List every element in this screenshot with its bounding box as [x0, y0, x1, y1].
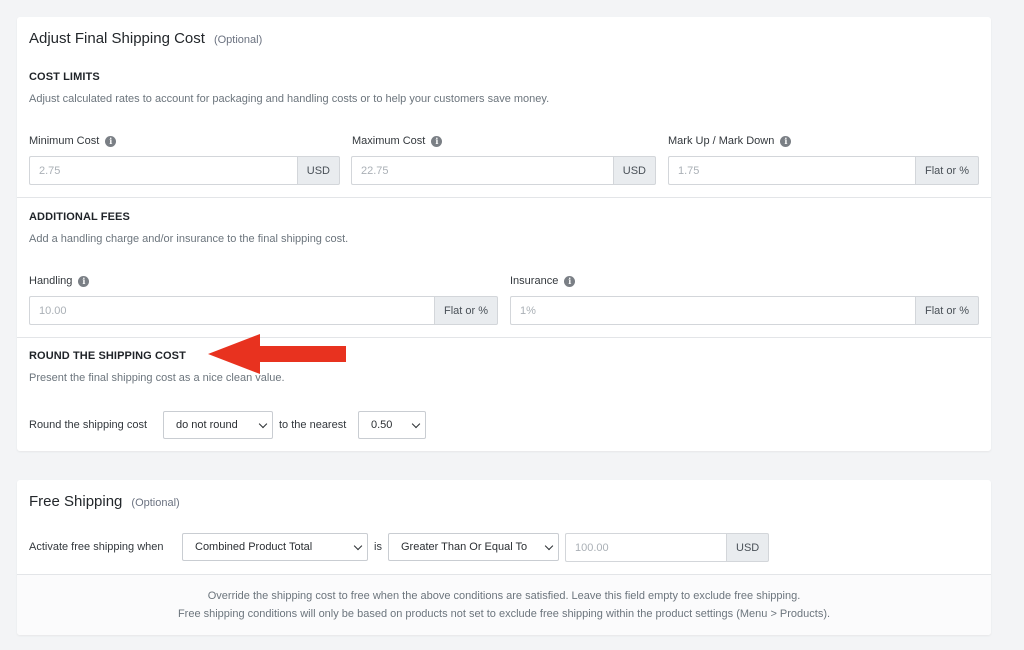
chevron-down-icon [353, 541, 363, 550]
card-title: Free Shipping [29, 493, 123, 510]
adjust-shipping-card: Adjust Final Shipping Cost (Optional) CO… [17, 17, 991, 451]
additional-fees-title: ADDITIONAL FEES [29, 211, 130, 223]
red-arrow-icon [208, 334, 346, 374]
chevron-down-icon [258, 419, 268, 428]
arrow-shape [208, 334, 346, 374]
card-title: Adjust Final Shipping Cost [29, 30, 205, 47]
currency-addon: USD [296, 156, 340, 185]
insurance-input[interactable] [510, 296, 915, 325]
maximum-cost-label: Maximum Cost i [352, 135, 443, 147]
currency-addon: USD [612, 156, 656, 185]
info-icon[interactable]: i [431, 135, 443, 147]
round-mode-select[interactable]: do not round [163, 411, 273, 439]
optional-tag: (Optional) [213, 34, 263, 46]
flat-or-percent-addon: Flat or % [433, 296, 498, 325]
handling-label: Handling i [29, 275, 90, 287]
free-shipping-footer: Override the shipping cost to free when … [17, 574, 991, 635]
insurance-label: Insurance i [510, 275, 576, 287]
round-shipping-title: ROUND THE SHIPPING COST [29, 350, 186, 362]
card-header: Adjust Final Shipping Cost (Optional) [29, 30, 262, 47]
section-divider [17, 337, 991, 338]
minimum-cost-label: Minimum Cost i [29, 135, 117, 147]
flat-or-percent-addon: Flat or % [914, 296, 979, 325]
round-shipping-label: Round the shipping cost [29, 419, 148, 431]
info-icon[interactable]: i [564, 275, 576, 287]
free-shipping-card: Free Shipping (Optional) Activate free s… [17, 480, 991, 635]
nearest-value: 0.50 [371, 419, 393, 431]
operator-select[interactable]: Greater Than Or Equal To [388, 533, 559, 561]
markup-label: Mark Up / Mark Down i [668, 135, 792, 147]
maximum-cost-input[interactable] [351, 156, 613, 185]
operator-value: Greater Than Or Equal To [401, 541, 528, 553]
optional-tag: (Optional) [131, 497, 180, 509]
round-mode-value: do not round [176, 419, 238, 431]
footer-note-1: Override the shipping cost to free when … [207, 590, 801, 602]
free-amount-group: USD [565, 533, 770, 562]
info-icon[interactable]: i [105, 135, 117, 147]
handling-group: Flat or % [29, 296, 498, 325]
is-label: is [374, 541, 382, 553]
minimum-cost-input[interactable] [29, 156, 297, 185]
free-amount-input[interactable] [565, 533, 726, 562]
additional-fees-desc: Add a handling charge and/or insurance t… [29, 233, 349, 245]
condition-select[interactable]: Combined Product Total [182, 533, 368, 561]
footer-note-2: Free shipping conditions will only be ba… [177, 608, 831, 620]
insurance-group: Flat or % [510, 296, 979, 325]
chevron-down-icon [411, 419, 421, 428]
cost-limits-title: COST LIMITS [29, 71, 100, 83]
minimum-cost-group: USD [29, 156, 340, 185]
activate-free-shipping-label: Activate free shipping when [29, 541, 164, 553]
currency-addon: USD [726, 533, 770, 562]
condition-value: Combined Product Total [195, 541, 313, 553]
nearest-value-select[interactable]: 0.50 [358, 411, 426, 439]
handling-input[interactable] [29, 296, 434, 325]
maximum-cost-group: USD [351, 156, 656, 185]
markup-group: Flat or % [668, 156, 979, 185]
section-divider [17, 197, 991, 198]
info-icon[interactable]: i [780, 135, 792, 147]
flat-or-percent-addon: Flat or % [914, 156, 979, 185]
cost-limits-desc: Adjust calculated rates to account for p… [29, 93, 550, 105]
markup-input[interactable] [668, 156, 915, 185]
card-header: Free Shipping (Optional) [29, 493, 180, 510]
info-icon[interactable]: i [78, 275, 90, 287]
nearest-label: to the nearest [279, 419, 347, 431]
chevron-down-icon [544, 541, 554, 550]
